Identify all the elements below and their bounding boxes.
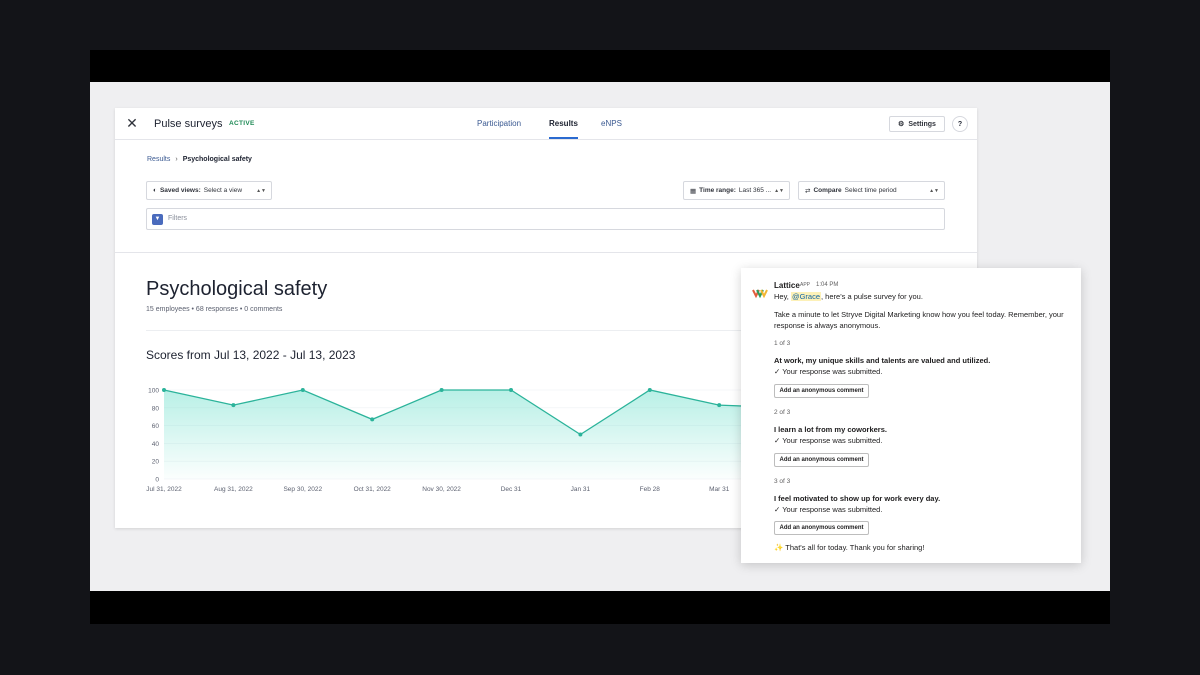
compare-label: Compare <box>813 187 842 194</box>
saved-views-select[interactable]: ◐ Saved views: Select a view ▲▼ <box>146 181 272 200</box>
x-tick-label: Feb 28 <box>640 486 661 493</box>
question-text: I feel motivated to show up for work eve… <box>774 494 941 503</box>
pie-chart-icon: ◐ <box>153 187 157 194</box>
saved-views-label: Saved views: <box>159 187 201 194</box>
question-counter: 2 of 3 <box>774 409 791 416</box>
data-point[interactable] <box>717 403 722 408</box>
breadcrumb-current: Psychological safety <box>182 156 252 163</box>
question-text: At work, my unique skills and talents ar… <box>774 356 991 365</box>
filters-bar[interactable]: ▼ Filters <box>146 208 945 230</box>
settings-label: Settings <box>908 120 936 128</box>
data-point[interactable] <box>439 388 444 392</box>
closing-message: ✨ That's all for today. Thank you for sh… <box>774 543 925 552</box>
compare-select[interactable]: ⇄ Compare Select time period ▲▼ <box>798 181 945 200</box>
data-point[interactable] <box>578 432 583 437</box>
saved-views-value: Select a view <box>203 187 243 194</box>
slack-message-card: Lattice APP 1:04 PM Hey, @Grace, here's … <box>741 268 1081 563</box>
y-tick-label: 0 <box>155 477 159 484</box>
question-counter: 3 of 3 <box>774 478 791 485</box>
lattice-logo-icon <box>752 289 768 299</box>
data-point[interactable] <box>300 388 305 392</box>
summary-stats: 15 employees • 68 responses • 0 comments <box>146 306 283 313</box>
y-tick-label: 100 <box>148 388 159 395</box>
chevron-right-icon: › <box>175 156 178 163</box>
intro-line-2: response is always anonymous. <box>774 321 881 330</box>
add-comment-button[interactable]: Add an anonymous comment <box>774 453 869 467</box>
x-tick-label: Nov 30, 2022 <box>422 486 461 493</box>
data-point[interactable] <box>231 403 236 408</box>
time-range-value: Last 365 ... <box>738 187 772 194</box>
tab-enps[interactable]: eNPS <box>601 119 622 128</box>
y-tick-label: 60 <box>152 423 160 430</box>
help-button[interactable]: ? <box>952 116 968 132</box>
compare-arrows-icon: ⇄ <box>805 187 811 195</box>
x-tick-label: Dec 31 <box>501 486 522 493</box>
data-point[interactable] <box>370 417 375 422</box>
section-divider <box>115 252 977 253</box>
caret-updown-icon: ▲▼ <box>256 187 266 194</box>
x-tick-label: Sep 30, 2022 <box>283 486 322 493</box>
page-header-title: Pulse surveys <box>154 118 223 130</box>
mention-grace[interactable]: @Grace <box>790 292 822 301</box>
caret-updown-icon: ▲▼ <box>929 187 939 194</box>
intro-line-1: Take a minute to let Stryve Digital Mark… <box>774 310 1064 319</box>
greeting-line: Hey, @Grace, here's a pulse survey for y… <box>774 291 923 303</box>
greeting-post: , here's a pulse survey for you. <box>821 292 923 301</box>
breadcrumb: Results › Psychological safety <box>147 156 252 163</box>
add-comment-button[interactable]: Add an anonymous comment <box>774 521 869 535</box>
x-tick-label: Jul 31, 2022 <box>146 486 182 493</box>
x-tick-label: Mar 31 <box>709 486 730 493</box>
filters-label: Filters <box>168 215 188 222</box>
time-range-label: Time range: <box>699 187 736 194</box>
data-point[interactable] <box>509 388 513 392</box>
data-point[interactable] <box>162 388 166 392</box>
page-title: Psychological safety <box>146 278 328 300</box>
x-tick-label: Oct 31, 2022 <box>354 486 392 493</box>
caret-updown-icon: ▲▼ <box>774 187 784 194</box>
add-comment-button[interactable]: Add an anonymous comment <box>774 384 869 398</box>
top-bar: ✕ Pulse surveys ACTIVE Participation Res… <box>115 108 977 140</box>
question-text: I learn a lot from my coworkers. <box>774 425 887 434</box>
y-tick-label: 40 <box>152 441 160 448</box>
status-badge: ACTIVE <box>229 120 255 127</box>
sender-name: Lattice <box>774 281 800 290</box>
data-point[interactable] <box>647 388 652 392</box>
x-tick-label: Jan 31 <box>571 486 591 493</box>
tab-results[interactable]: Results <box>549 119 578 128</box>
y-tick-label: 20 <box>152 459 160 466</box>
breadcrumb-results-link[interactable]: Results <box>147 156 170 163</box>
chart-title: Scores from Jul 13, 2022 - Jul 13, 2023 <box>146 348 356 362</box>
close-icon[interactable]: ✕ <box>125 116 139 130</box>
app-tag: APP <box>800 282 811 288</box>
settings-button[interactable]: ⚙ Settings <box>889 116 945 132</box>
score-area <box>164 390 789 479</box>
compare-value: Select time period <box>844 187 897 194</box>
x-tick-label: Aug 31, 2022 <box>214 486 253 493</box>
time-range-select[interactable]: ▦ Time range: Last 365 ... ▲▼ <box>683 181 790 200</box>
message-time: 1:04 PM <box>816 282 839 288</box>
calendar-icon: ▦ <box>690 187 697 195</box>
response-status: ✓ Your response was submitted. <box>774 436 883 445</box>
question-counter: 1 of 3 <box>774 340 791 347</box>
active-tab-indicator <box>549 137 578 139</box>
filter-icon: ▼ <box>152 214 163 225</box>
greeting-pre: Hey, <box>774 292 789 301</box>
y-tick-label: 80 <box>152 405 160 412</box>
response-status: ✓ Your response was submitted. <box>774 505 883 514</box>
gear-icon: ⚙ <box>898 121 905 128</box>
response-status: ✓ Your response was submitted. <box>774 367 883 376</box>
tab-participation[interactable]: Participation <box>477 119 521 128</box>
